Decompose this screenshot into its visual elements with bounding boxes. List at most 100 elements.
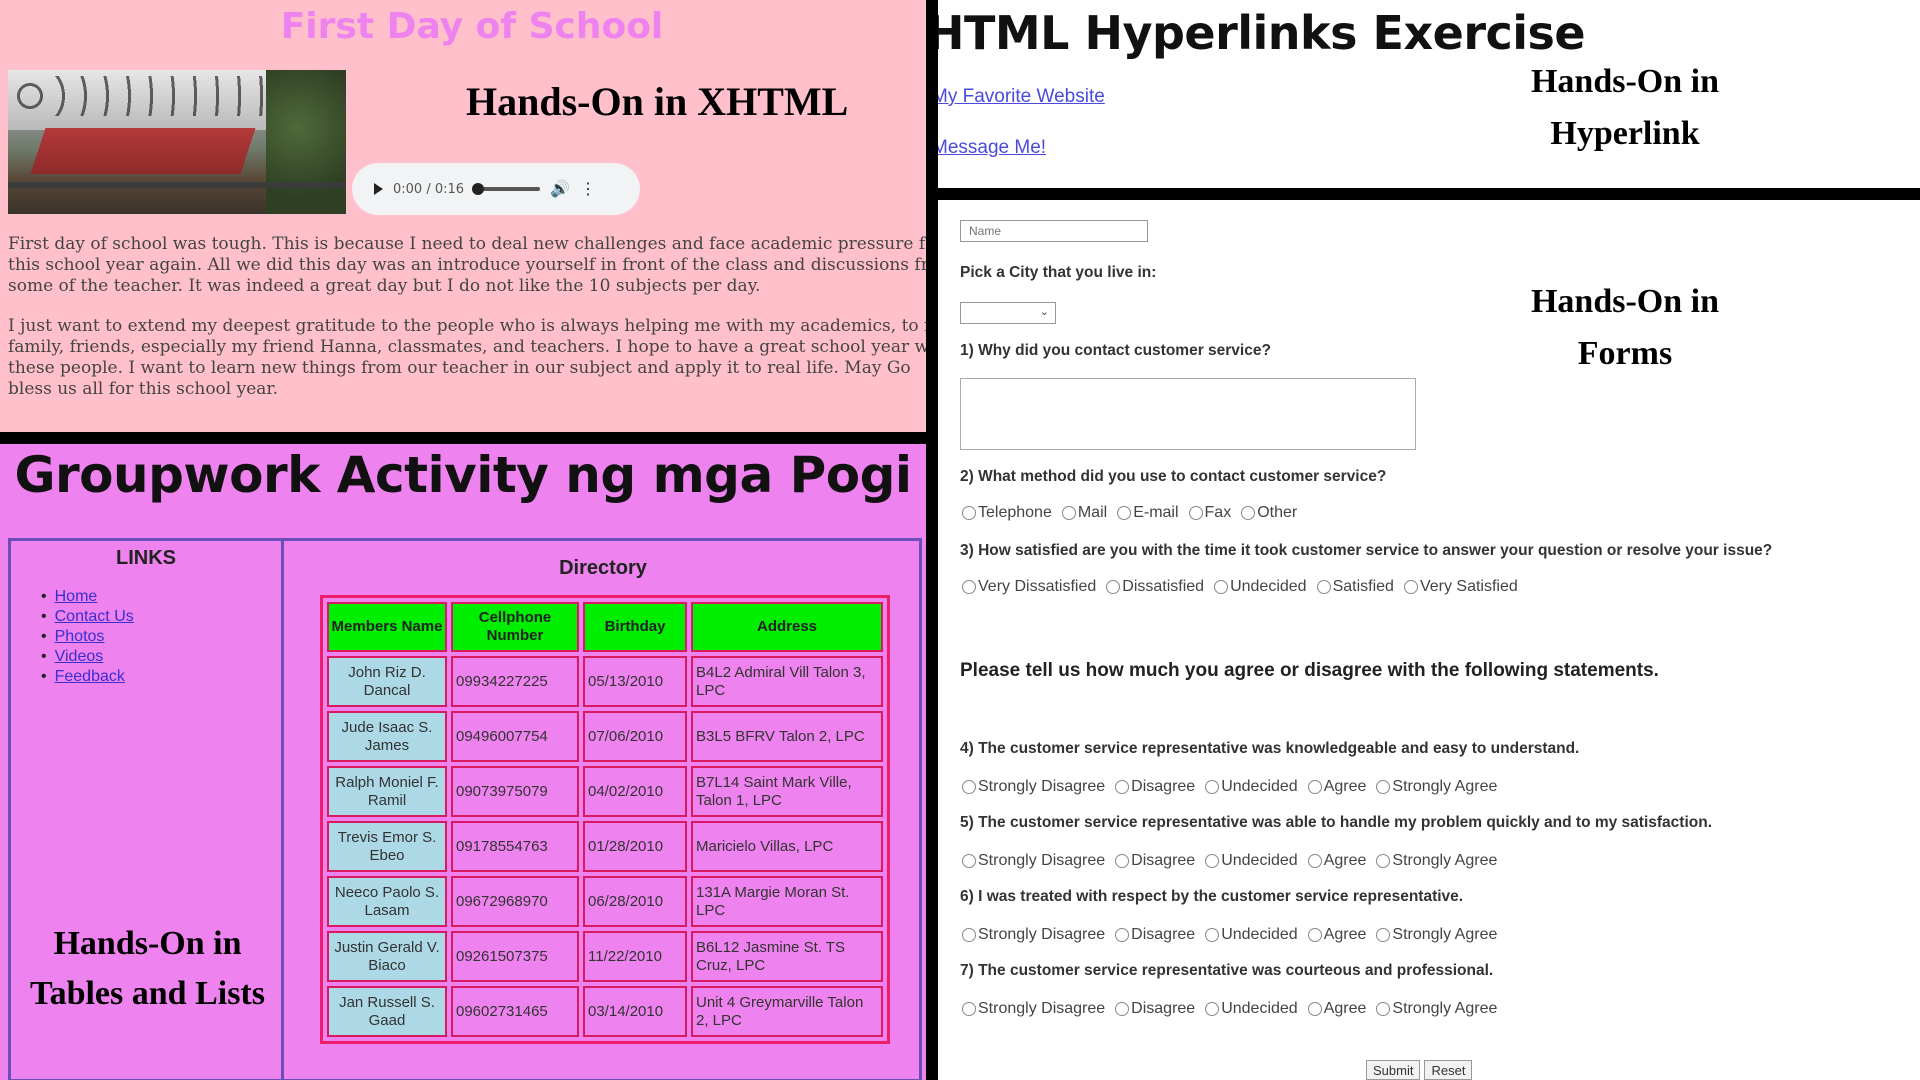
radio-option[interactable]: Disagree [1115, 852, 1195, 870]
link-contact-us[interactable]: Contact Us [41, 607, 134, 627]
radio-option[interactable]: Strongly Disagree [962, 1000, 1105, 1018]
radio-option[interactable]: Other [1241, 504, 1297, 522]
link-videos[interactable]: Videos [41, 647, 134, 667]
link-home[interactable]: Home [41, 587, 134, 607]
radio-option[interactable]: Very Satisfied [1403, 578, 1518, 596]
question-4: 4) The customer service representative w… [960, 740, 1580, 757]
radio-option[interactable]: Undecided [1214, 578, 1307, 596]
question-2: 2) What method did you use to contact cu… [960, 468, 1387, 485]
radio-option[interactable]: Dissatisfied [1106, 578, 1204, 596]
radio-button[interactable] [1376, 1002, 1391, 1016]
radio-button[interactable] [1316, 580, 1331, 594]
name-input[interactable] [960, 220, 1148, 242]
radio-option[interactable]: Undecided [1205, 926, 1298, 944]
radio-button[interactable] [1115, 1002, 1130, 1016]
more-options-icon[interactable]: ⋮ [580, 179, 596, 199]
agreement-radios-5: Strongly Disagree Disagree Undecided Agree S… [962, 852, 1497, 870]
link-photos[interactable]: Photos [41, 627, 134, 647]
link-feedback[interactable]: Feedback [41, 667, 134, 687]
message-me-link[interactable]: Message Me! [938, 137, 1046, 159]
radio-button[interactable] [1307, 854, 1322, 868]
radio-option[interactable]: Fax [1188, 504, 1231, 522]
volume-icon[interactable]: 🔊 [550, 179, 570, 199]
radio-button[interactable] [1205, 854, 1220, 868]
radio-button[interactable] [1115, 780, 1130, 794]
radio-option[interactable]: Strongly Agree [1376, 926, 1497, 944]
radio-option[interactable]: Agree [1307, 1000, 1366, 1018]
radio-label: Undecided [1230, 578, 1307, 595]
play-icon[interactable] [374, 183, 383, 195]
member-name-cell: Ralph Moniel F. Ramil [327, 766, 447, 817]
radio-option[interactable]: Very Dissatisfied [962, 578, 1096, 596]
radio-option[interactable]: Disagree [1115, 1000, 1195, 1018]
radio-label: Agree [1323, 852, 1367, 869]
page-title: First Day of School [280, 6, 664, 47]
radio-option[interactable]: Strongly Disagree [962, 926, 1105, 944]
radio-option[interactable]: Mail [1061, 504, 1107, 522]
question-5: 5) The customer service representative w… [960, 814, 1712, 831]
radio-option[interactable]: Strongly Disagree [962, 852, 1105, 870]
reset-button[interactable]: Reset [1424, 1060, 1473, 1080]
city-select[interactable]: ⌄ [960, 302, 1056, 324]
radio-button[interactable] [1106, 580, 1121, 594]
birthday-cell: 01/28/2010 [583, 821, 687, 872]
radio-button[interactable] [1205, 1002, 1220, 1016]
radio-option[interactable]: E-mail [1117, 504, 1179, 522]
audio-progress-slider[interactable] [472, 183, 541, 195]
member-name-cell: Trevis Emor S. Ebeo [327, 821, 447, 872]
radio-button[interactable] [962, 854, 976, 868]
forms-panel: Pick a City that you live in: ⌄ Hands-On… [938, 200, 1920, 1080]
radio-option[interactable]: Satisfied [1316, 578, 1394, 596]
radio-option[interactable]: Strongly Disagree [962, 778, 1105, 796]
favorite-website-link[interactable]: My Favorite Website [938, 86, 1105, 108]
radio-label: Telephone [978, 504, 1052, 521]
question-6: 6) I was treated with respect by the cus… [960, 888, 1464, 905]
radio-button[interactable] [1115, 854, 1130, 868]
radio-button[interactable] [1115, 928, 1130, 942]
address-cell: Unit 4 Greymarville Talon 2, LPC [691, 986, 883, 1037]
radio-button[interactable] [1241, 506, 1256, 520]
radio-button[interactable] [1307, 1002, 1322, 1016]
radio-option[interactable]: Disagree [1115, 926, 1195, 944]
radio-button[interactable] [1205, 928, 1220, 942]
radio-option[interactable]: Undecided [1205, 852, 1298, 870]
radio-button[interactable] [1214, 580, 1229, 594]
radio-option[interactable]: Telephone [962, 504, 1052, 522]
radio-label: Undecided [1221, 778, 1298, 795]
question-7: 7) The customer service representative w… [960, 962, 1494, 979]
radio-button[interactable] [962, 506, 976, 520]
radio-option[interactable]: Agree [1307, 778, 1366, 796]
address-cell: Maricielo Villas, LPC [691, 821, 883, 872]
radio-label: Strongly Agree [1392, 1000, 1498, 1017]
radio-option[interactable]: Undecided [1205, 1000, 1298, 1018]
audio-player[interactable]: 0:00 / 0:16 🔊 ⋮ [352, 163, 640, 215]
radio-button[interactable] [1307, 928, 1322, 942]
radio-button[interactable] [962, 780, 976, 794]
radio-button[interactable] [1376, 854, 1391, 868]
birthday-cell: 05/13/2010 [583, 656, 687, 707]
radio-option[interactable]: Disagree [1115, 778, 1195, 796]
radio-button[interactable] [1117, 506, 1132, 520]
radio-option[interactable]: Agree [1307, 926, 1366, 944]
radio-label: Dissatisfied [1122, 578, 1205, 595]
radio-button[interactable] [962, 1002, 976, 1016]
radio-button[interactable] [962, 928, 976, 942]
radio-button[interactable] [1205, 780, 1220, 794]
reason-textarea[interactable] [960, 378, 1416, 450]
radio-button[interactable] [1403, 580, 1418, 594]
radio-option[interactable]: Strongly Agree [1376, 1000, 1497, 1018]
radio-option[interactable]: Strongly Agree [1376, 852, 1497, 870]
radio-option[interactable]: Agree [1307, 852, 1367, 870]
radio-label: Satisfied [1332, 578, 1394, 595]
column-header: Birthday [583, 602, 687, 652]
radio-button[interactable] [1376, 780, 1391, 794]
radio-button[interactable] [1307, 780, 1322, 794]
radio-option[interactable]: Strongly Agree [1376, 778, 1497, 796]
radio-button[interactable] [1061, 506, 1076, 520]
radio-button[interactable] [962, 580, 976, 594]
submit-button[interactable]: Submit [1366, 1060, 1421, 1080]
radio-button[interactable] [1188, 506, 1203, 520]
radio-option[interactable]: Undecided [1205, 778, 1298, 796]
radio-button[interactable] [1376, 928, 1391, 942]
birthday-cell: 06/28/2010 [583, 876, 687, 927]
